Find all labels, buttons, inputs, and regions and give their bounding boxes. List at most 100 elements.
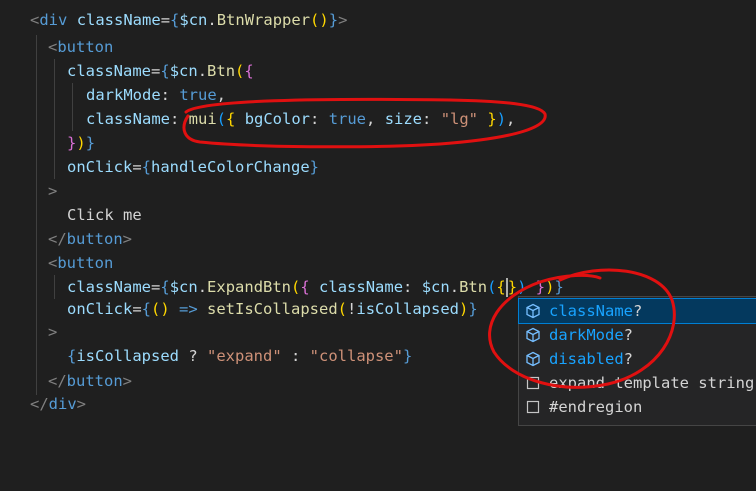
code-line-2: <button bbox=[48, 35, 113, 59]
function-name: Btn bbox=[207, 62, 236, 80]
jsx-brace: { bbox=[67, 347, 77, 365]
suggestion-rest: #endregion bbox=[549, 398, 643, 416]
paren: ( bbox=[337, 300, 348, 318]
tag-bracket: </ bbox=[48, 230, 67, 248]
attr-name: onClick bbox=[67, 158, 133, 176]
string-value: "collapse" bbox=[309, 347, 403, 365]
identifier: handleColorChange bbox=[151, 158, 310, 176]
attr-name: className bbox=[67, 62, 151, 80]
prop-key: className bbox=[319, 278, 404, 296]
code-line-17: </div> bbox=[30, 392, 86, 416]
suggestion-item[interactable]: #endregion bbox=[519, 395, 756, 419]
indent-guide bbox=[72, 83, 73, 131]
tag-name: button bbox=[57, 254, 114, 272]
jsx-brace: } bbox=[328, 11, 339, 29]
paren: ) bbox=[76, 134, 86, 152]
comma: , bbox=[216, 86, 226, 104]
tag-bracket: < bbox=[30, 11, 40, 29]
code-line-10: </button> bbox=[48, 227, 132, 251]
function-name: Btn bbox=[459, 278, 488, 296]
indent-guide bbox=[54, 59, 55, 179]
suggestion-item[interactable]: className? bbox=[518, 298, 756, 324]
equals: = bbox=[151, 62, 161, 80]
paren: ( bbox=[487, 278, 497, 296]
colon: : bbox=[160, 86, 180, 104]
dot: . bbox=[449, 278, 460, 296]
brace: } bbox=[526, 278, 546, 296]
suggestion-rest: ? bbox=[633, 302, 643, 320]
code-line-3: className={$cn.Btn({ bbox=[67, 59, 254, 83]
ternary-colon: : bbox=[281, 347, 310, 365]
identifier: $cn bbox=[179, 11, 208, 29]
function-name: ExpandBtn bbox=[207, 278, 292, 296]
code-line-7: onClick={handleColorChange} bbox=[67, 155, 319, 179]
suggestion-item[interactable]: expand template string bbox=[519, 371, 756, 395]
code-line-6: })} bbox=[67, 131, 95, 155]
function-name: mui bbox=[188, 110, 217, 128]
equals: = bbox=[160, 11, 171, 29]
prop-key: bgColor bbox=[244, 110, 311, 128]
identifier: $cn bbox=[421, 278, 450, 296]
jsx-brace: { bbox=[170, 11, 180, 29]
parens: () bbox=[310, 11, 329, 29]
cube-icon bbox=[526, 351, 540, 367]
paren: ( bbox=[235, 62, 245, 80]
code-line-11: <button bbox=[48, 251, 113, 275]
code-line-8: > bbox=[48, 179, 57, 203]
arrow: => bbox=[169, 300, 208, 318]
tag-bracket: > bbox=[338, 11, 348, 29]
code-line-5: className: mui({ bgColor: true, size: "l… bbox=[86, 107, 515, 131]
suggestion-item[interactable]: disabled? bbox=[519, 347, 756, 371]
suggestion-rest: expand template string bbox=[549, 374, 755, 392]
colon: : bbox=[170, 110, 189, 128]
snippet-icon bbox=[526, 376, 540, 390]
suggestion-match: className bbox=[549, 302, 633, 320]
colon: : bbox=[310, 110, 329, 128]
tag-bracket: > bbox=[122, 230, 133, 248]
paren: ) bbox=[459, 300, 469, 318]
tag-bracket: > bbox=[48, 323, 58, 341]
code-line-16: </button> bbox=[48, 369, 132, 393]
brace: { bbox=[300, 278, 320, 296]
suggestion-match: darkMode bbox=[549, 326, 624, 344]
suggestion-item[interactable]: darkMode? bbox=[519, 323, 756, 347]
paren: ) bbox=[496, 110, 507, 128]
code-line-14: > bbox=[48, 320, 57, 344]
code-line-9: Click me bbox=[67, 203, 142, 227]
tag-bracket: </ bbox=[48, 372, 67, 390]
jsx-brace: } bbox=[468, 300, 478, 318]
suggestion-widget[interactable]: className? darkMode? disabled? expand te… bbox=[518, 296, 756, 426]
code-line-1: <div className={$cn.BtnWrapper()}> bbox=[30, 8, 347, 32]
code-line-15: {isCollapsed ? "expand" : "collapse"} bbox=[67, 344, 412, 368]
equals: = bbox=[132, 158, 142, 176]
colon: : bbox=[422, 110, 441, 128]
tag-bracket: < bbox=[48, 38, 58, 56]
attr-name: className bbox=[76, 11, 161, 29]
suggestion-match: disabled bbox=[549, 350, 624, 368]
function-name: BtnWrapper bbox=[216, 11, 311, 29]
prop-key: darkMode bbox=[86, 86, 161, 104]
suggestion-rest: ? bbox=[623, 350, 633, 368]
parens: () bbox=[151, 300, 170, 318]
tag-name: button bbox=[57, 38, 114, 56]
jsx-brace: } bbox=[402, 347, 413, 365]
comma: , bbox=[366, 110, 385, 128]
brace: } bbox=[478, 110, 497, 128]
jsx-brace: { bbox=[141, 158, 152, 176]
brace: } bbox=[507, 278, 518, 296]
jsx-brace: } bbox=[554, 278, 564, 296]
ternary-question: ? bbox=[179, 347, 207, 365]
comma: , bbox=[506, 110, 516, 128]
paren: ( bbox=[291, 278, 301, 296]
identifier: isCollapsed bbox=[76, 347, 179, 365]
tag-name: button bbox=[66, 230, 123, 248]
attr-name: onClick bbox=[67, 300, 133, 318]
cube-icon bbox=[526, 303, 540, 319]
string-value: "lg" bbox=[440, 110, 479, 128]
string-value: "expand" bbox=[207, 347, 282, 365]
indent-guide bbox=[36, 35, 37, 395]
not-operator: ! bbox=[347, 300, 357, 318]
tag-name: button bbox=[66, 372, 123, 390]
brace: { bbox=[226, 110, 245, 128]
prop-key: size bbox=[384, 110, 423, 128]
